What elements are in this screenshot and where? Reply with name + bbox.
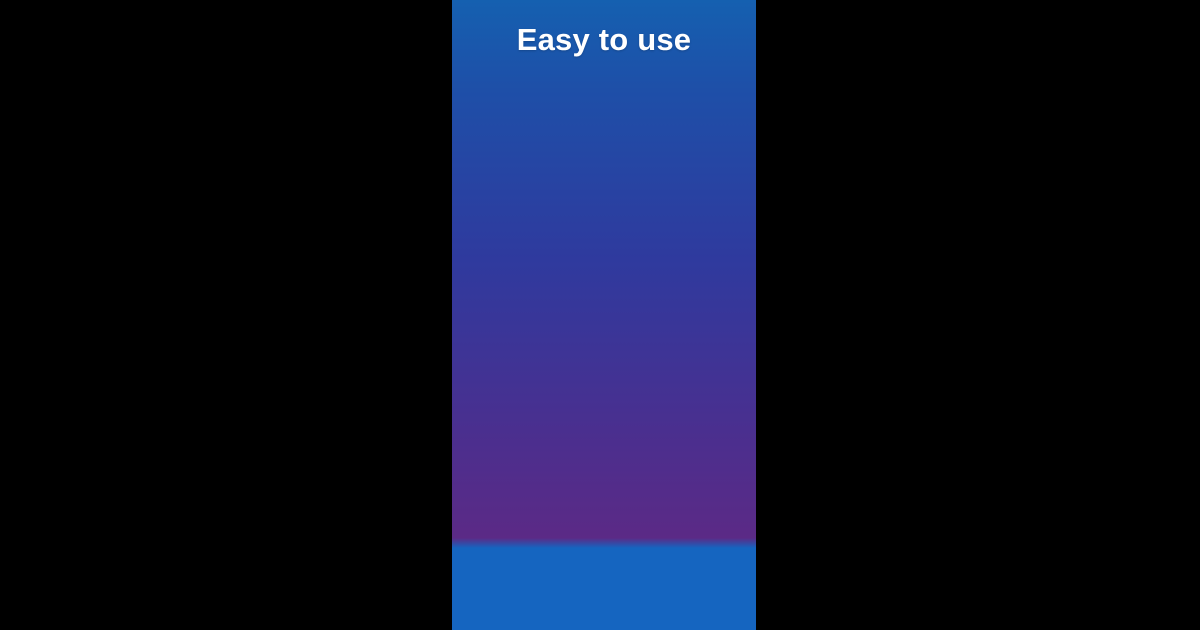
screenshot-canvas: Easy to use 5:47 [0,0,1200,630]
promo-headline: Easy to use [516,22,692,57]
promo-panel: Easy to use 5:47 [452,0,756,630]
